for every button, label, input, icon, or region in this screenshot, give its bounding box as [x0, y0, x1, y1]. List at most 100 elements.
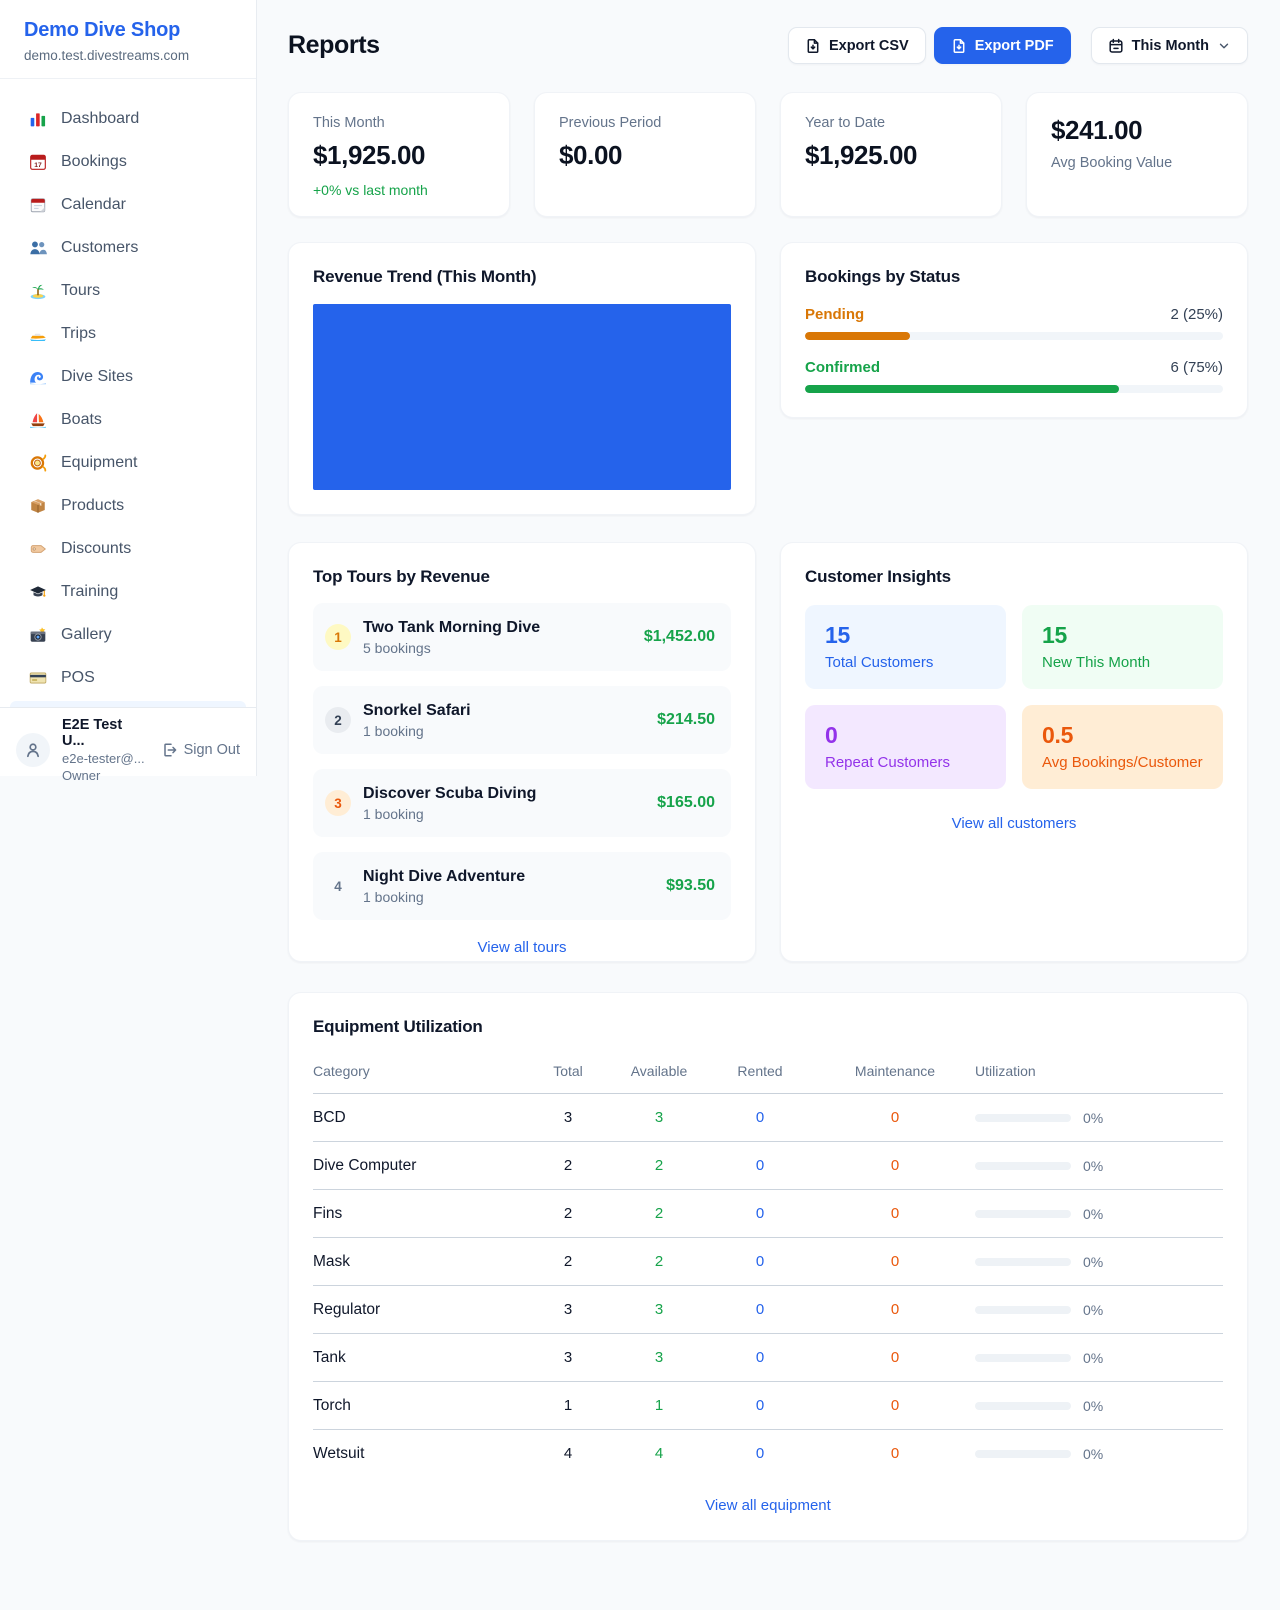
- equipment-total: 1: [523, 1382, 613, 1430]
- sidebar-item-calendar[interactable]: Calendar: [0, 183, 256, 226]
- sidebar-item-label: POS: [61, 669, 95, 687]
- equipment-maintenance: 0: [815, 1190, 975, 1238]
- tour-list-item[interactable]: 1 Two Tank Morning Dive 5 bookings $1,45…: [313, 603, 731, 671]
- status-bar-fill: [805, 332, 910, 340]
- equipment-available: 3: [613, 1334, 705, 1382]
- sidebar-item-products[interactable]: Products: [0, 484, 256, 527]
- table-row: Torch 1 1 0 0 0%: [313, 1382, 1223, 1430]
- sidebar-item-training[interactable]: Training: [0, 570, 256, 613]
- table-row: Tank 3 3 0 0 0%: [313, 1334, 1223, 1382]
- sidebar-item-boats[interactable]: Boats: [0, 398, 256, 441]
- table-row: Dive Computer 2 2 0 0 0%: [313, 1142, 1223, 1190]
- file-download-icon: [951, 38, 967, 54]
- sidebar-item-label: Trips: [61, 325, 96, 343]
- page-header: Reports Export CSV Export PDF This Month: [288, 27, 1248, 64]
- utilization-bar-track: [975, 1162, 1071, 1170]
- tour-list-item[interactable]: 2 Snorkel Safari 1 booking $214.50: [313, 686, 731, 754]
- utilization-bar-track: [975, 1306, 1071, 1314]
- user-email: e2e-tester@...: [62, 751, 149, 766]
- column-header: Utilization: [975, 1055, 1223, 1094]
- equipment-available: 2: [613, 1142, 705, 1190]
- sidebar-item-tours[interactable]: Tours: [0, 269, 256, 312]
- equipment-utilization: 0%: [975, 1334, 1223, 1382]
- people-icon: [29, 239, 47, 257]
- stat-delta: +0% vs last month: [313, 182, 485, 198]
- rank-badge: 2: [325, 707, 351, 733]
- user-meta: E2E Test U... e2e-tester@... Owner: [62, 717, 149, 783]
- tile-avg-bookings-customer: 0.5 Avg Bookings/Customer: [1022, 705, 1223, 789]
- sidebar-item-equipment[interactable]: Equipment: [0, 441, 256, 484]
- equipment-maintenance: 0: [815, 1142, 975, 1190]
- stat-card-year-to-date: Year to Date $1,925.00: [780, 92, 1002, 217]
- sidebar-item-dive-sites[interactable]: Dive Sites: [0, 355, 256, 398]
- tile-value: 0: [825, 722, 986, 749]
- tile-label: New This Month: [1042, 654, 1203, 671]
- equipment-maintenance: 0: [815, 1094, 975, 1142]
- export-csv-button[interactable]: Export CSV: [788, 27, 926, 64]
- revenue-trend-bar-chart: [313, 304, 731, 490]
- tour-list-item[interactable]: 3 Discover Scuba Diving 1 booking $165.0…: [313, 769, 731, 837]
- sidebar-item-label: Gallery: [61, 626, 112, 644]
- equipment-rented: 0: [705, 1238, 815, 1286]
- sidebar-item-dashboard[interactable]: Dashboard: [0, 97, 256, 140]
- utilization-percent: 0%: [1083, 1446, 1103, 1462]
- stat-value: $1,925.00: [805, 140, 977, 171]
- sidebar-item-customers[interactable]: Customers: [0, 226, 256, 269]
- equipment-utilization: 0%: [975, 1238, 1223, 1286]
- tour-list-item[interactable]: 4 Night Dive Adventure 1 booking $93.50: [313, 852, 731, 920]
- calendar-icon: [1108, 38, 1124, 54]
- sidebar-item-discounts[interactable]: Discounts: [0, 527, 256, 570]
- equipment-total: 3: [523, 1286, 613, 1334]
- equipment-available: 2: [613, 1238, 705, 1286]
- sidebar: Demo Dive Shop demo.test.divestreams.com…: [0, 0, 257, 776]
- calendar-date-icon: 17: [29, 153, 47, 171]
- stat-label: This Month: [313, 115, 485, 131]
- equipment-available: 3: [613, 1094, 705, 1142]
- shop-name: Demo Dive Shop: [24, 19, 232, 42]
- equipment-category: Regulator: [313, 1286, 523, 1334]
- tile-value: 15: [825, 622, 986, 649]
- table-row: Regulator 3 3 0 0 0%: [313, 1286, 1223, 1334]
- tile-new-this-month: 15 New This Month: [1022, 605, 1223, 689]
- tour-amount: $1,452.00: [644, 628, 715, 646]
- status-row-confirmed: Confirmed 6 (75%): [805, 359, 1223, 393]
- equipment-utilization: 0%: [975, 1142, 1223, 1190]
- view-all-equipment-link[interactable]: View all equipment: [313, 1497, 1223, 1514]
- equipment-total: 2: [523, 1238, 613, 1286]
- stat-value: $1,925.00: [313, 140, 485, 171]
- dive-mask-icon: [29, 454, 47, 472]
- top-tours-card: Top Tours by Revenue 1 Two Tank Morning …: [288, 542, 756, 962]
- customer-insights-card: Customer Insights 15 Total Customers 15 …: [780, 542, 1248, 962]
- stat-value: $241.00: [1051, 115, 1223, 146]
- export-csv-label: Export CSV: [829, 38, 909, 54]
- top-tours-list: 1 Two Tank Morning Dive 5 bookings $1,45…: [313, 603, 731, 920]
- equipment-maintenance: 0: [815, 1286, 975, 1334]
- tile-label: Repeat Customers: [825, 754, 986, 771]
- view-all-tours-link[interactable]: View all tours: [313, 939, 731, 956]
- island-icon: [29, 282, 47, 300]
- status-value: 2 (25%): [1170, 306, 1223, 323]
- equipment-maintenance: 0: [815, 1430, 975, 1478]
- equipment-utilization: 0%: [975, 1382, 1223, 1430]
- sidebar-user-footer: E2E Test U... e2e-tester@... Owner Sign …: [0, 707, 256, 792]
- equipment-total: 3: [523, 1334, 613, 1382]
- period-dropdown[interactable]: This Month: [1091, 27, 1248, 64]
- equipment-rented: 0: [705, 1094, 815, 1142]
- page-title: Reports: [288, 31, 380, 60]
- table-row: Mask 2 2 0 0 0%: [313, 1238, 1223, 1286]
- sidebar-item-pos[interactable]: POS: [0, 656, 256, 699]
- sidebar-item-trips[interactable]: Trips: [0, 312, 256, 355]
- status-value: 6 (75%): [1170, 359, 1223, 376]
- equipment-rented: 0: [705, 1286, 815, 1334]
- utilization-percent: 0%: [1083, 1110, 1103, 1126]
- view-all-customers-link[interactable]: View all customers: [805, 815, 1223, 832]
- export-pdf-button[interactable]: Export PDF: [934, 27, 1071, 64]
- person-icon: [24, 741, 42, 759]
- equipment-rented: 0: [705, 1382, 815, 1430]
- sidebar-item-gallery[interactable]: Gallery: [0, 613, 256, 656]
- sign-out-button[interactable]: Sign Out: [161, 742, 240, 758]
- sidebar-item-bookings[interactable]: 17 Bookings: [0, 140, 256, 183]
- equipment-category: Wetsuit: [313, 1430, 523, 1478]
- stat-card-avg-booking-value: $241.00 Avg Booking Value: [1026, 92, 1248, 217]
- column-header: Category: [313, 1055, 523, 1094]
